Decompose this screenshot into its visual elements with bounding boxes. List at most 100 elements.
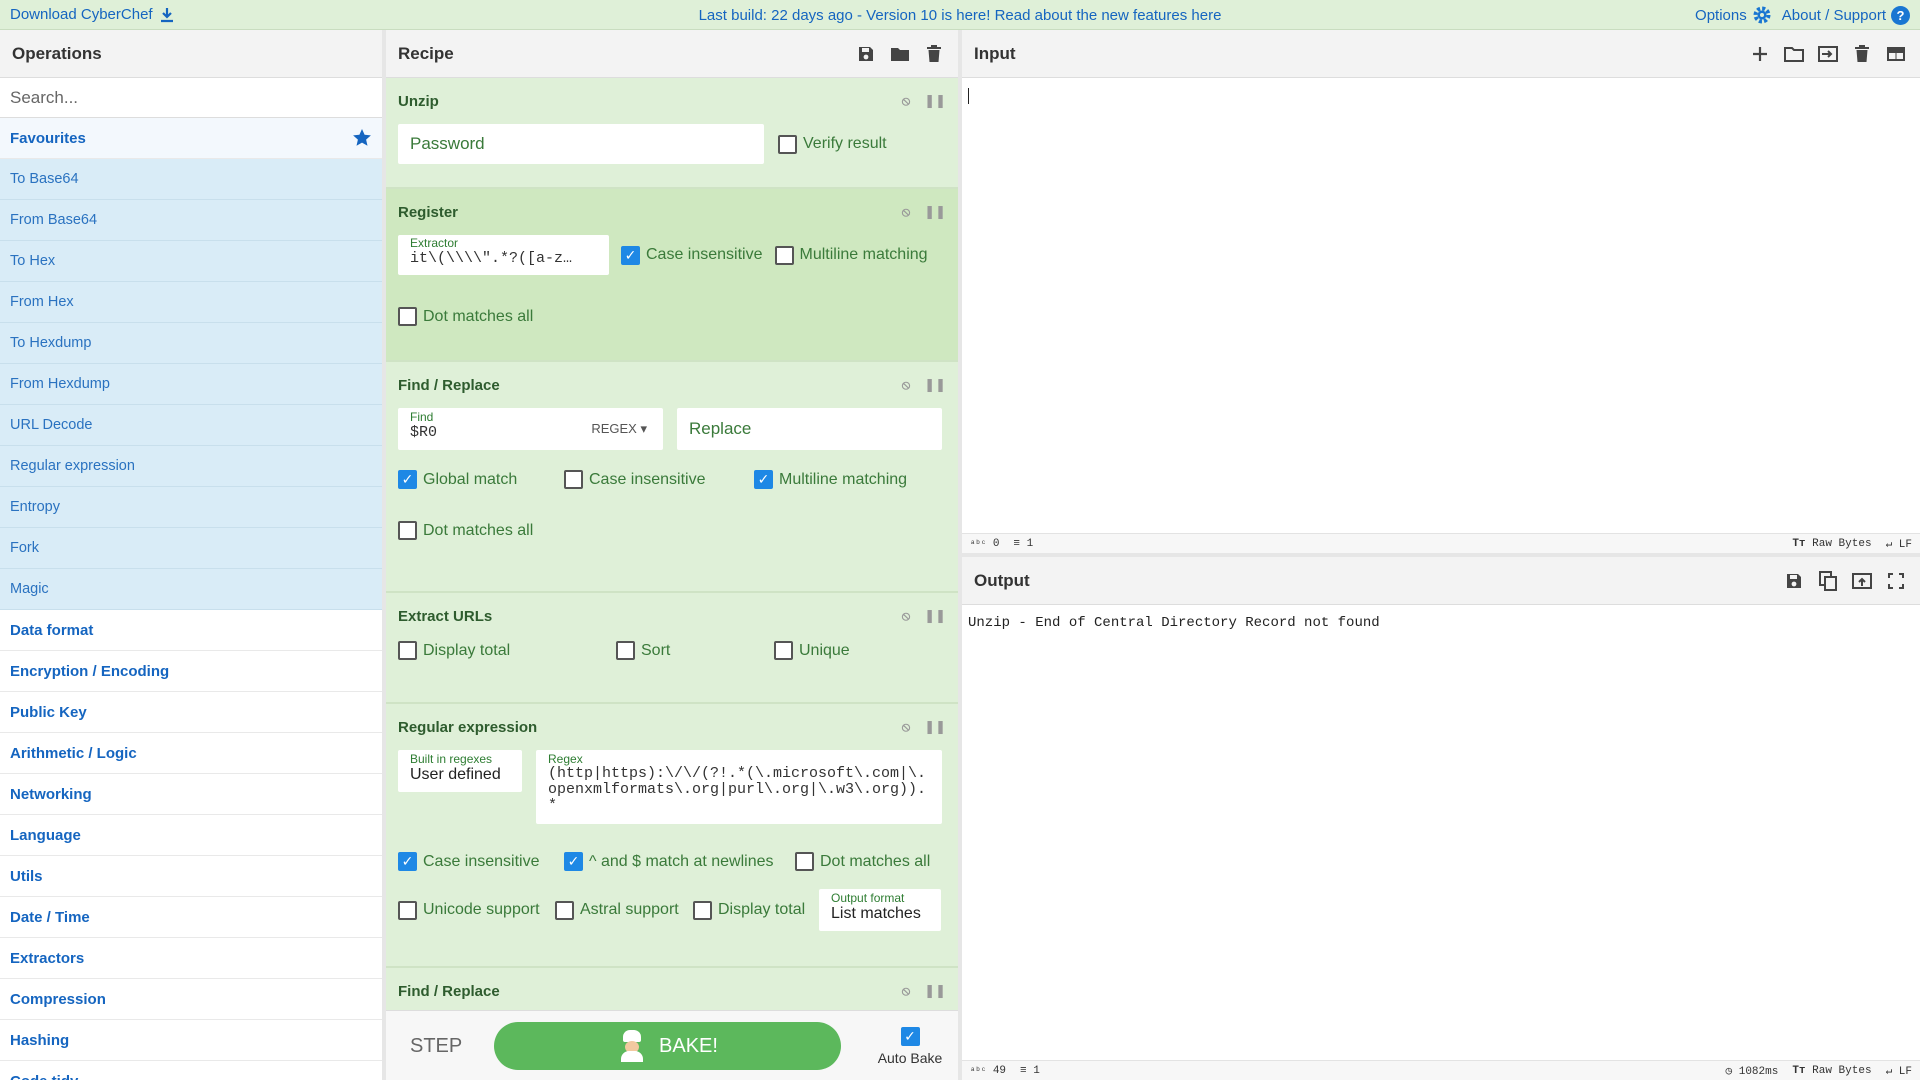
op-from-base64[interactable]: From Base64 xyxy=(0,200,382,241)
category-networking[interactable]: Networking xyxy=(0,774,382,815)
multiline-checkbox[interactable]: ✓ Multiline matching xyxy=(754,470,907,489)
case-insensitive-checkbox[interactable]: ✓ Case insensitive xyxy=(398,852,564,871)
unique-checkbox[interactable]: Unique xyxy=(774,641,850,660)
dotall-checkbox[interactable]: Dot matches all xyxy=(398,521,533,540)
multiline-checkbox[interactable]: Multiline matching xyxy=(774,245,928,265)
unicode-checkbox[interactable]: Unicode support xyxy=(398,900,555,920)
extractor-field[interactable]: Extractor it\(\\\\".*?([a-z… xyxy=(398,235,609,275)
op-to-hex[interactable]: To Hex xyxy=(0,241,382,282)
input-encoding[interactable]: Tт Raw Bytes xyxy=(1792,538,1871,550)
dotall-checkbox[interactable]: Dot matches all xyxy=(398,307,533,326)
op-magic[interactable]: Magic xyxy=(0,569,382,610)
copy-icon[interactable] xyxy=(1816,569,1840,593)
output-encoding[interactable]: Tт Raw Bytes xyxy=(1792,1065,1871,1077)
category-data-format[interactable]: Data format xyxy=(0,610,382,651)
maximise-icon[interactable] xyxy=(1884,569,1908,593)
trash-icon[interactable] xyxy=(922,42,946,66)
verify-checkbox[interactable]: Verify result xyxy=(778,134,887,154)
replace-field[interactable]: Replace xyxy=(677,408,942,450)
help-icon: ? xyxy=(1891,5,1910,25)
checkbox-unchecked xyxy=(398,900,417,920)
category-date-time[interactable]: Date / Time xyxy=(0,897,382,938)
op-to-hexdump[interactable]: To Hexdump xyxy=(0,323,382,364)
category-code-tidy[interactable]: Code tidy xyxy=(0,1061,382,1080)
password-field[interactable]: Password xyxy=(398,124,764,164)
category-utils[interactable]: Utils xyxy=(0,856,382,897)
op-regular-expression: Regular expression ⦸ ❚❚ Built in regexes … xyxy=(386,704,958,968)
gear-icon xyxy=(1753,6,1771,24)
builtin-regex-select[interactable]: Built in regexes User defined xyxy=(398,750,522,792)
op-to-base64[interactable]: To Base64 xyxy=(0,159,382,200)
input-textarea[interactable] xyxy=(962,78,1920,533)
category-public-key[interactable]: Public Key xyxy=(0,692,382,733)
category-language[interactable]: Language xyxy=(0,815,382,856)
op-fork[interactable]: Fork xyxy=(0,528,382,569)
output-area[interactable]: Unzip - End of Central Directory Record … xyxy=(962,605,1920,1060)
category-favourites[interactable]: Favourites xyxy=(0,118,382,159)
clear-icon[interactable] xyxy=(1850,42,1874,66)
global-match-checkbox[interactable]: ✓ Global match xyxy=(398,470,564,489)
category-hashing[interactable]: Hashing xyxy=(0,1020,382,1061)
pause-icon[interactable]: ❚❚ xyxy=(924,719,946,735)
case-insensitive-checkbox[interactable]: ✓ Case insensitive xyxy=(621,245,763,265)
disable-icon[interactable]: ⦸ xyxy=(902,204,910,220)
save-icon[interactable] xyxy=(854,42,878,66)
layout-icon[interactable] xyxy=(1884,42,1908,66)
dotall-label: Dot matches all xyxy=(423,307,534,325)
category-encryption-encoding[interactable]: Encryption / Encoding xyxy=(0,651,382,692)
output-eol[interactable]: ↵ LF xyxy=(1886,1064,1912,1078)
auto-bake-checkbox[interactable]: ✓ Auto Bake xyxy=(870,1027,950,1066)
extract-urls-title: Extract URLs xyxy=(398,607,493,625)
op-regular-expression[interactable]: Regular expression xyxy=(0,446,382,487)
category-arithmetic-logic[interactable]: Arithmetic / Logic xyxy=(0,733,382,774)
pause-icon[interactable]: ❚❚ xyxy=(924,608,946,624)
open-file-icon[interactable] xyxy=(1816,42,1840,66)
checkbox-checked: ✓ xyxy=(398,470,417,489)
global-label: Global match xyxy=(423,470,518,488)
disable-icon[interactable]: ⦸ xyxy=(902,719,910,735)
pause-icon[interactable]: ❚❚ xyxy=(924,377,946,393)
about-button[interactable]: About / Support ? xyxy=(1781,5,1910,25)
output-format-select[interactable]: Output format List matches xyxy=(819,889,941,931)
replace-input-icon[interactable] xyxy=(1850,569,1874,593)
about-label: About / Support xyxy=(1781,6,1886,24)
input-eol[interactable]: ↵ LF xyxy=(1886,537,1912,551)
checkbox-unchecked xyxy=(774,245,794,265)
regex-textarea[interactable]: Regex (http|https):\/\/(?!.*(\.microsoft… xyxy=(536,750,942,824)
folder-icon[interactable] xyxy=(888,42,912,66)
clock-icon: ◷ xyxy=(1725,1065,1733,1078)
open-folder-icon[interactable] xyxy=(1782,42,1806,66)
disable-icon[interactable]: ⦸ xyxy=(902,377,910,393)
op-entropy[interactable]: Entropy xyxy=(0,487,382,528)
pause-icon[interactable]: ❚❚ xyxy=(924,204,946,220)
category-compression[interactable]: Compression xyxy=(0,979,382,1020)
case-insensitive-checkbox[interactable]: Case insensitive xyxy=(564,470,754,489)
category-extractors[interactable]: Extractors xyxy=(0,938,382,979)
disable-icon[interactable]: ⦸ xyxy=(902,93,910,109)
op-from-hexdump[interactable]: From Hexdump xyxy=(0,364,382,405)
dotall-checkbox[interactable]: Dot matches all xyxy=(795,852,930,871)
output-length: ᵃᵇᶜ 49 xyxy=(970,1065,1006,1077)
output-chars: 49 xyxy=(992,1064,1007,1077)
step-button[interactable]: STEP xyxy=(410,1035,462,1058)
disable-icon[interactable]: ⦸ xyxy=(902,983,910,999)
build-message[interactable]: Last build: 22 days ago - Version 10 is … xyxy=(0,7,1920,24)
op-url-decode[interactable]: URL Decode xyxy=(0,405,382,446)
regex-mode-dropdown[interactable]: REGEX ▾ xyxy=(591,421,647,437)
bake-button[interactable]: BAKE! xyxy=(494,1022,841,1070)
pause-icon[interactable]: ❚❚ xyxy=(924,983,946,999)
options-button[interactable]: Options xyxy=(1695,5,1772,25)
sort-checkbox[interactable]: Sort xyxy=(616,641,774,660)
display-total-checkbox[interactable]: Display total xyxy=(693,900,819,920)
astral-checkbox[interactable]: Astral support xyxy=(555,900,693,920)
disable-icon[interactable]: ⦸ xyxy=(902,608,910,624)
input-eol-label: LF xyxy=(1898,538,1912,551)
display-total-checkbox[interactable]: Display total xyxy=(398,641,616,660)
search-input[interactable] xyxy=(0,78,382,117)
save-output-icon[interactable] xyxy=(1782,569,1806,593)
add-tab-icon[interactable] xyxy=(1748,42,1772,66)
newlines-checkbox[interactable]: ✓ ^ and $ match at newlines xyxy=(564,852,795,871)
op-from-hex[interactable]: From Hex xyxy=(0,282,382,323)
pause-icon[interactable]: ❚❚ xyxy=(924,93,946,109)
find-field[interactable]: Find $R0 REGEX ▾ xyxy=(398,408,663,450)
